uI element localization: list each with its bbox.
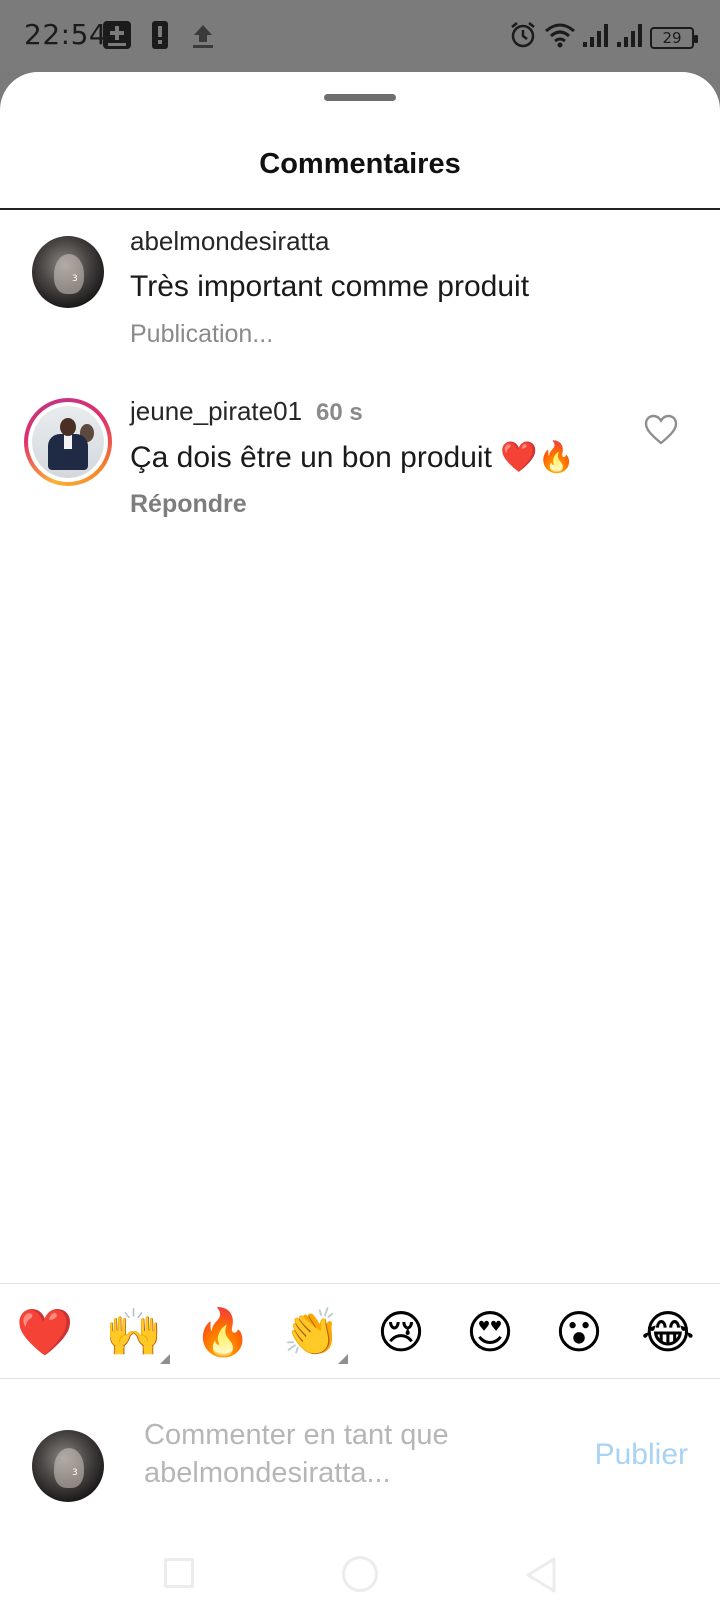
- comment-header: jeune_pirate01 60 s: [130, 396, 363, 427]
- system-nav-bar: [0, 1520, 720, 1612]
- emoji-fire-button[interactable]: 🔥: [193, 1304, 253, 1360]
- comment-item: 3 abelmondesiratta Très important comme …: [0, 222, 720, 372]
- upload-icon: [190, 20, 216, 55]
- publish-button[interactable]: Publier: [595, 1438, 688, 1472]
- emoji-clap-button[interactable]: 👏: [282, 1304, 348, 1364]
- back-button[interactable]: [524, 1556, 558, 1599]
- avatar: 3: [32, 1430, 104, 1502]
- like-heart-icon[interactable]: [644, 414, 678, 446]
- signal-icon: [616, 22, 644, 53]
- comment-input[interactable]: Commenter en tant que abelmondesiratta..…: [144, 1416, 544, 1492]
- status-bar: 22:54 29: [0, 0, 720, 72]
- comment-text: Ça dois être un bon produit ❤️🔥: [130, 441, 575, 474]
- emoji-raised-hands-button[interactable]: 🙌: [104, 1304, 170, 1364]
- comment-username[interactable]: abelmondesiratta: [130, 226, 329, 257]
- emoji-laughing-button[interactable]: 😂: [638, 1304, 698, 1360]
- comment-input-placeholder: Commenter en tant que: [144, 1419, 449, 1451]
- avatar: [32, 406, 104, 478]
- vibrate-icon: [150, 20, 170, 55]
- comment-status: Publication...: [130, 320, 274, 348]
- comment-composer: 3 Commenter en tant que abelmondesiratta…: [0, 1380, 720, 1520]
- comment-text: Très important comme produit: [130, 270, 530, 303]
- wifi-icon: [544, 21, 576, 54]
- recents-button[interactable]: [164, 1558, 194, 1588]
- alarm-icon: [508, 20, 538, 55]
- sheet-drag-handle[interactable]: [324, 94, 396, 101]
- avatar[interactable]: 3: [32, 236, 104, 308]
- comment-username[interactable]: jeune_pirate01: [130, 396, 302, 426]
- add-box-icon: [102, 20, 132, 55]
- reply-button[interactable]: Répondre: [130, 490, 247, 519]
- sheet-title: Commentaires: [259, 148, 461, 180]
- emoji-crying-button[interactable]: 😢: [371, 1304, 431, 1360]
- battery-icon: 29: [650, 26, 698, 49]
- divider: [0, 208, 720, 210]
- home-button[interactable]: [342, 1556, 378, 1592]
- comment-item: jeune_pirate01 60 s Ça dois être un bon p…: [0, 392, 720, 542]
- avatar-story-ring[interactable]: [24, 398, 112, 486]
- emoji-surprised-button[interactable]: 😮: [549, 1304, 609, 1360]
- signal-icon: [582, 22, 610, 53]
- emoji-heart-button[interactable]: ❤️: [15, 1304, 75, 1360]
- status-time: 22:54: [24, 18, 108, 51]
- emoji-reaction-bar: ❤️ 🙌 🔥 👏 😢 😍 😮 😂: [0, 1283, 720, 1379]
- comment-time: 60 s: [316, 399, 363, 426]
- emoji-heart-eyes-button[interactable]: 😍: [460, 1304, 520, 1360]
- comment-input-placeholder: abelmondesiratta...: [144, 1457, 391, 1489]
